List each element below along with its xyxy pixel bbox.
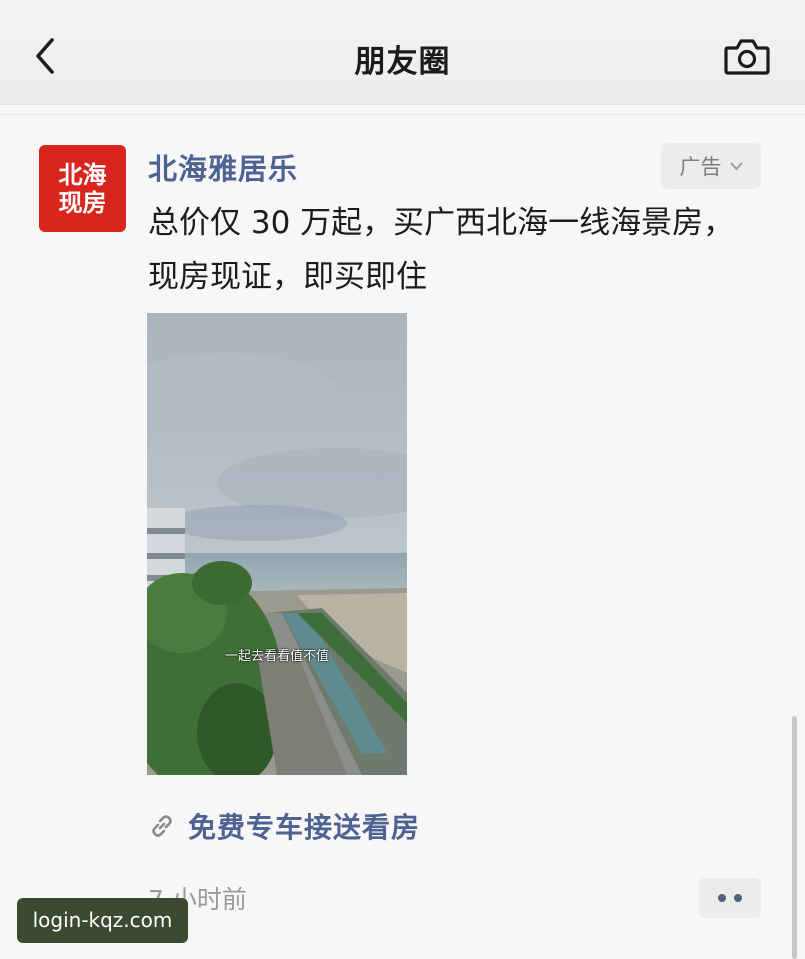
ad-badge[interactable]: 广告 [661,143,761,189]
more-dots-icon [718,894,726,902]
promo-link[interactable]: 免费专车接送看房 [148,806,420,846]
avatar-text-line-1: 北海 [58,160,107,189]
scrollbar[interactable] [792,716,797,959]
video-caption: 一起去看看值不值 [224,649,329,664]
ad-badge-label: 广告 [679,155,722,179]
page-title: 朋友圈 [354,44,451,80]
post-text: 总价仅 30 万起，买广西北海一线海景房，现房现证，即买即住 [148,205,735,295]
camera-button[interactable] [722,36,772,78]
avatar[interactable]: 北海 现房 [39,145,126,232]
more-dots-icon [734,894,742,902]
more-actions-button[interactable] [699,878,761,918]
chevron-down-icon [730,162,742,170]
camera-icon [724,39,770,75]
author-name[interactable]: 北海雅居乐 [148,146,298,188]
avatar-text-line-2: 现房 [58,188,107,217]
watermark: login-kqz.com [17,898,188,943]
video-thumbnail[interactable]: 一起去看看值不值 [147,313,407,775]
divider [0,114,805,115]
video-frame-image [147,313,407,775]
link-icon [152,815,172,837]
navigation-bar: 朋友圈 [0,0,805,105]
promo-link-label: 免费专车接送看房 [188,811,421,844]
